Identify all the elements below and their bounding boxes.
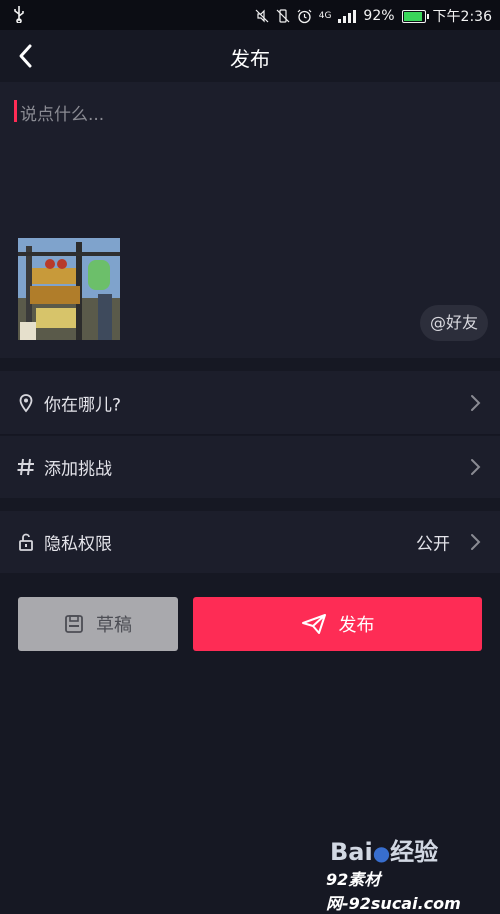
location-label: 你在哪儿?: [44, 395, 122, 415]
baidu-watermark: Bai●经验: [330, 838, 439, 866]
chevron-right-icon: [471, 459, 481, 475]
sucai-watermark: 92素材网-92sucai.com: [326, 870, 461, 913]
video-thumbnail[interactable]: [18, 238, 120, 340]
network-type: 4G: [318, 11, 332, 21]
hashtag-icon: [17, 458, 34, 476]
privacy-value: 公开: [416, 534, 450, 555]
top-nav: 发布: [0, 30, 500, 82]
usb-icon: [14, 6, 24, 23]
alarm-icon: [297, 9, 312, 23]
paw-icon: ●: [372, 841, 391, 865]
location-row[interactable]: 你在哪儿?: [0, 371, 500, 434]
chevron-right-icon: [471, 394, 481, 411]
status-bar: 4G 92% 下午2:36: [0, 0, 500, 30]
chevron-right-icon: [471, 534, 481, 550]
draft-label: 草稿: [96, 615, 132, 636]
page-title: 发布: [230, 47, 270, 71]
text-cursor: [14, 100, 17, 122]
compose-area: 说点什么... @好友: [0, 82, 500, 358]
privacy-label: 隐私权限: [44, 534, 112, 555]
send-icon: [301, 614, 326, 634]
challenge-label: 添加挑战: [44, 459, 112, 480]
clock: 下午2:36: [432, 9, 492, 25]
publish-button[interactable]: 发布: [193, 597, 482, 651]
publish-label: 发布: [338, 615, 375, 636]
caption-input[interactable]: 说点什么...: [20, 100, 104, 125]
privacy-row[interactable]: 隐私权限 公开: [0, 511, 500, 573]
battery-icon: [401, 9, 429, 23]
signal-icon: [338, 9, 357, 23]
location-pin-icon: [19, 393, 33, 412]
divider: [0, 434, 500, 435]
save-icon: [65, 615, 83, 633]
battery-percent: 92%: [363, 8, 395, 24]
thumbnail-image: [18, 238, 120, 340]
challenge-row[interactable]: 添加挑战: [0, 436, 500, 498]
save-draft-button[interactable]: 草稿: [18, 597, 178, 651]
unlock-icon: [19, 533, 33, 551]
mute-icon: [255, 9, 269, 23]
mention-friends-button[interactable]: @好友: [419, 305, 488, 341]
vibrate-icon: [276, 9, 290, 23]
